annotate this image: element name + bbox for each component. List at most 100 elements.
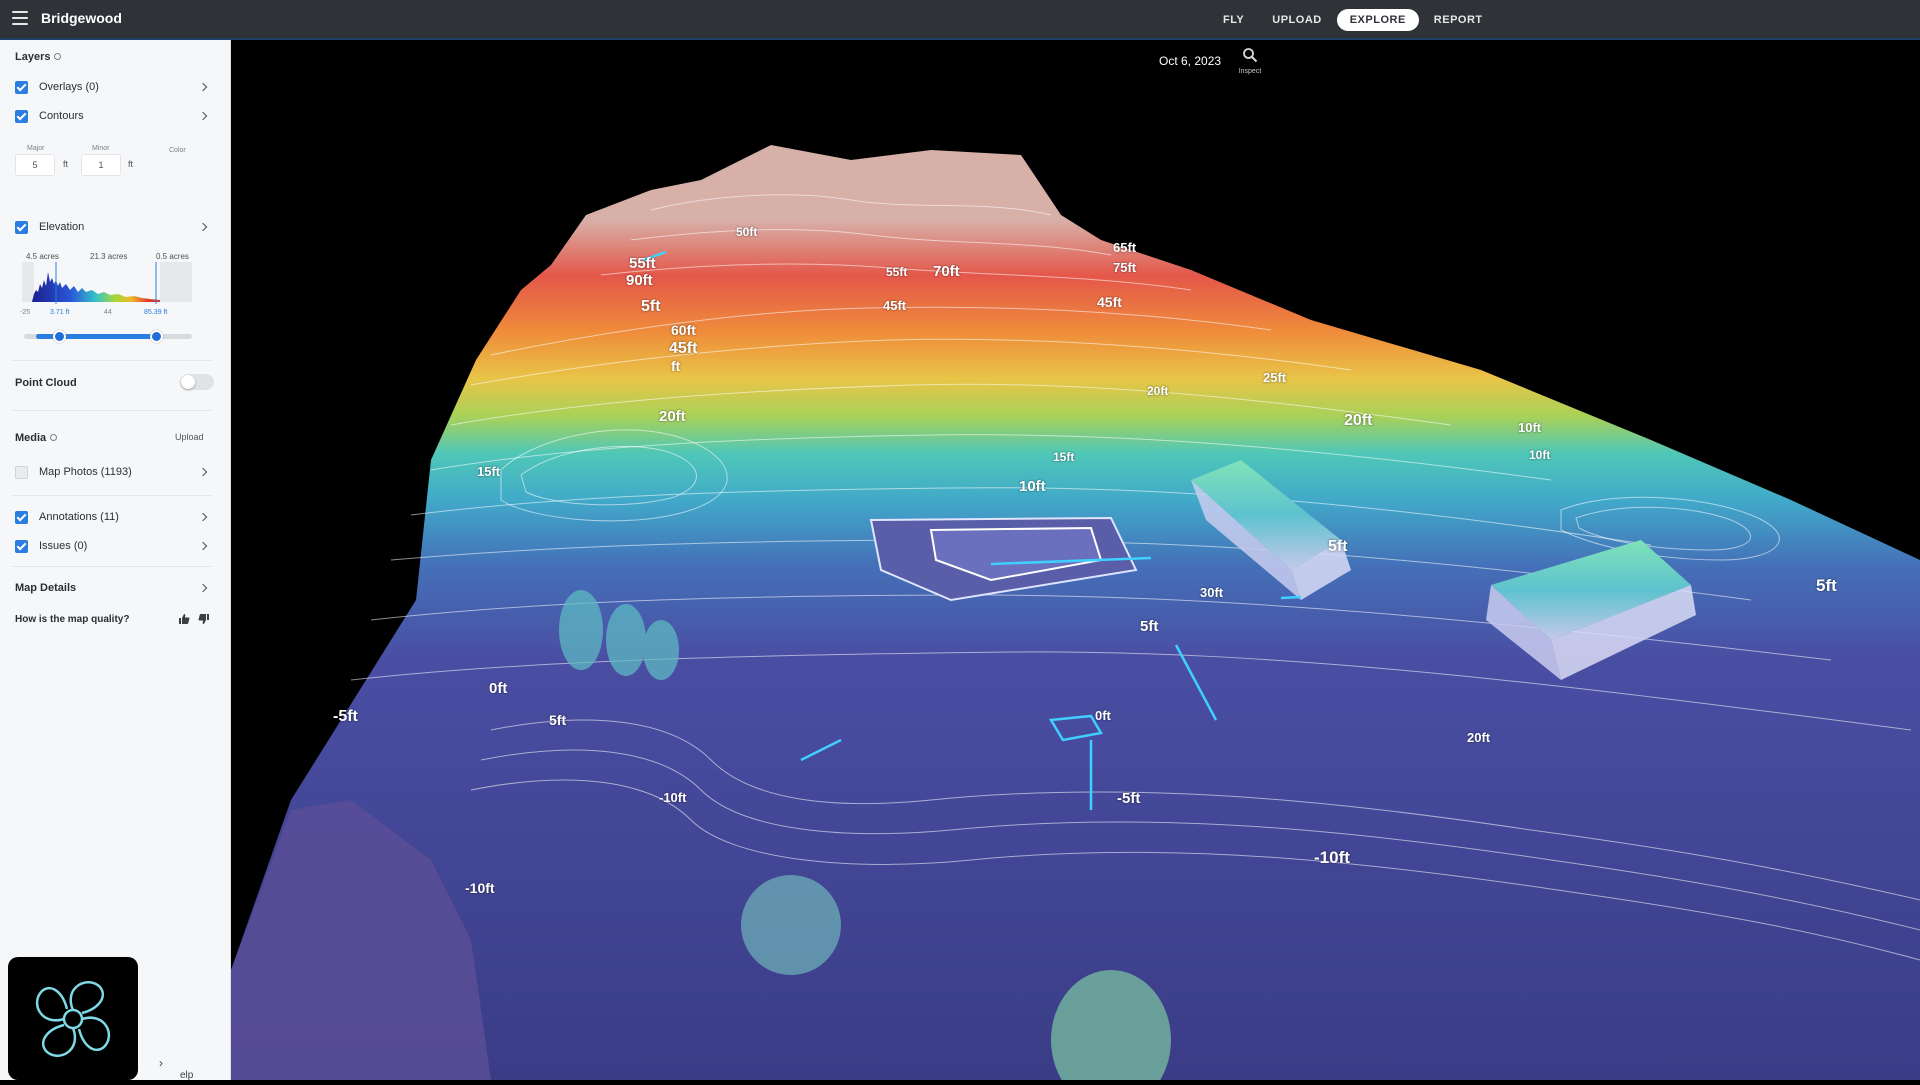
assistant-logo-widget[interactable]	[8, 957, 138, 1080]
color-label: Color	[169, 147, 186, 154]
contour-label: -10ft	[659, 790, 687, 805]
minor-label: Minor	[92, 145, 110, 152]
layer-issues[interactable]: Issues (0)	[15, 538, 210, 554]
hamburger-menu-icon[interactable]	[12, 11, 28, 25]
point-cloud-label: Point Cloud	[15, 377, 77, 389]
nav-report[interactable]: REPORT	[1421, 9, 1496, 31]
histogram-bars	[22, 262, 192, 304]
elevation-min-handle[interactable]	[53, 330, 66, 343]
acres-left: 4.5 acres	[26, 252, 59, 261]
contour-label: -5ft	[333, 708, 358, 725]
point-cloud-toggle[interactable]	[180, 374, 214, 390]
layers-title: Layers	[15, 51, 51, 63]
divider	[12, 495, 212, 496]
elevation-label: Elevation	[39, 221, 85, 233]
help-button[interactable]: elp	[180, 1070, 193, 1081]
contour-label: 5ft	[641, 298, 661, 315]
contour-label: 5ft	[1816, 576, 1837, 595]
layer-map-photos[interactable]: Map Photos (1193)	[15, 464, 210, 480]
chevron-right-icon[interactable]	[198, 512, 208, 522]
chevron-right-icon[interactable]	[198, 467, 208, 477]
contour-settings: Major 5 ft Minor 1 ft Color	[15, 145, 215, 185]
contour-label: 20ft	[1147, 384, 1169, 398]
chevron-right-icon[interactable]	[198, 541, 208, 551]
contour-label: 15ft	[477, 464, 501, 479]
issues-label: Issues (0)	[39, 540, 88, 552]
thumbs-down-icon[interactable]	[198, 613, 210, 628]
elevation-checkbox[interactable]	[15, 220, 28, 234]
contour-label: 15ft	[1053, 450, 1075, 464]
contour-label: 5ft	[1140, 618, 1159, 635]
chevron-right-icon[interactable]	[198, 111, 208, 121]
contour-label: 60ft	[671, 322, 696, 338]
info-icon[interactable]	[50, 434, 58, 441]
layer-elevation[interactable]: Elevation	[15, 219, 210, 235]
map-details-label: Map Details	[15, 582, 77, 594]
acres-right: 0.5 acres	[156, 252, 189, 261]
nav-fly[interactable]: FLY	[1210, 9, 1257, 31]
divider	[12, 410, 212, 411]
major-unit: ft	[63, 159, 69, 169]
contour-label: 50ft	[736, 225, 758, 239]
layers-heading: Layers	[15, 51, 62, 63]
layers-sidebar: Layers Overlays (0) Contours Major 5 ft …	[0, 40, 231, 1081]
nav-explore[interactable]: EXPLORE	[1336, 9, 1419, 31]
tick-min: -25	[20, 309, 31, 316]
acres-mid: 21.3 acres	[90, 252, 128, 261]
major-label: Major	[27, 145, 45, 152]
contour-label: 45ft	[1097, 294, 1122, 310]
contour-label: 25ft	[1263, 370, 1287, 385]
main-nav: FLY UPLOAD EXPLORE REPORT	[1210, 9, 1498, 31]
tick-high: 85.39 ft	[144, 309, 168, 316]
contour-label: 5ft	[549, 712, 567, 728]
contour-label: -10ft	[465, 880, 495, 896]
media-heading: Media	[15, 432, 58, 444]
tick-mid: 44	[104, 309, 112, 316]
map-viewport[interactable]: Oct 6, 2023 Inspect 55ft 90ft 5ft 50ft 4…	[231, 40, 1920, 1080]
contour-label: ft	[671, 358, 681, 374]
terrain-3d-view[interactable]	[231, 40, 1920, 1080]
contour-label: 90ft	[626, 272, 653, 289]
divider	[12, 360, 212, 361]
collapse-sidebar-button[interactable]: ›	[144, 1050, 178, 1078]
layer-contours[interactable]: Contours	[15, 108, 210, 124]
info-icon[interactable]	[54, 53, 62, 60]
annotations-checkbox[interactable]	[15, 510, 28, 524]
chevron-right-icon[interactable]	[198, 82, 208, 92]
elevation-max-handle[interactable]	[150, 330, 163, 343]
media-title: Media	[15, 432, 47, 444]
thumbs-up-icon[interactable]	[178, 613, 190, 628]
chevron-right-icon[interactable]	[198, 222, 208, 232]
tick-low: 3.71 ft	[50, 309, 70, 316]
issues-checkbox[interactable]	[15, 539, 28, 553]
major-interval-input[interactable]: 5	[15, 154, 55, 176]
contours-checkbox[interactable]	[15, 109, 28, 123]
layer-overlays[interactable]: Overlays (0)	[15, 79, 210, 95]
annotations-label: Annotations (11)	[39, 511, 119, 523]
layer-annotations[interactable]: Annotations (11)	[15, 509, 210, 525]
minor-unit: ft	[128, 159, 134, 169]
contour-label: 75ft	[1113, 260, 1137, 275]
contour-label: -5ft	[1117, 790, 1141, 807]
contour-label: 0ft	[489, 680, 508, 697]
contour-label: 70ft	[933, 263, 960, 280]
map-photos-checkbox[interactable]	[15, 465, 28, 479]
elevation-histogram: 4.5 acres 21.3 acres 0.5 acres -25 3.71 …	[20, 252, 192, 322]
chevron-right-icon[interactable]	[198, 583, 208, 593]
contour-label: 10ft	[1019, 478, 1046, 495]
contour-label: 0ft	[1095, 708, 1111, 723]
swirl-logo-icon	[36, 981, 110, 1057]
contour-label: 45ft	[883, 298, 907, 313]
media-upload-button[interactable]: Upload	[175, 432, 204, 442]
top-bar: Bridgewood FLY UPLOAD EXPLORE REPORT	[0, 0, 1920, 40]
overlays-checkbox[interactable]	[15, 80, 28, 94]
contour-label: 20ft	[1467, 730, 1491, 745]
divider	[12, 566, 212, 567]
minor-interval-input[interactable]: 1	[81, 154, 121, 176]
contour-label: 45ft	[669, 340, 698, 357]
nav-upload[interactable]: UPLOAD	[1259, 9, 1334, 31]
map-details-row[interactable]: Map Details	[15, 580, 210, 596]
contour-label: -10ft	[1314, 848, 1350, 867]
contour-label: 20ft	[659, 408, 686, 425]
contour-label: 55ft	[886, 265, 908, 279]
